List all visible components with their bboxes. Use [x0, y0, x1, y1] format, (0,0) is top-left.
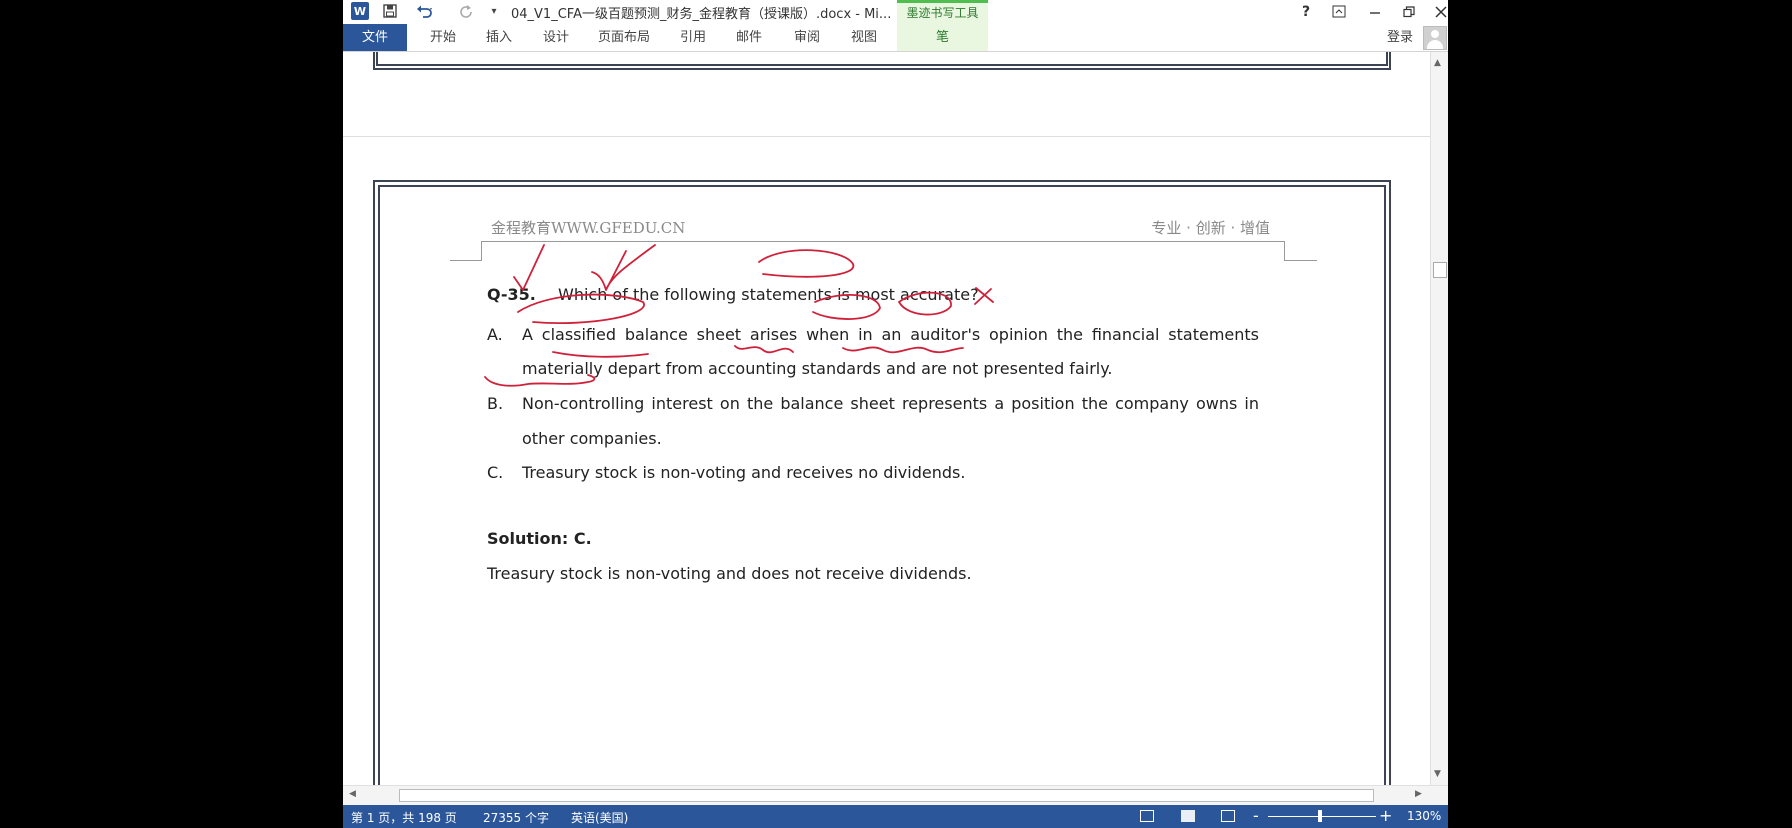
question-text: Which of the following statements is mos…	[558, 285, 979, 304]
word-icon[interactable]: W	[351, 2, 369, 20]
scroll-left-icon[interactable]: ◀	[349, 789, 356, 799]
scroll-down-icon[interactable]: ▼	[1434, 769, 1441, 779]
header-rule-left	[450, 260, 482, 261]
tab-file[interactable]: 文件	[343, 24, 407, 51]
ribbon-display-options-icon[interactable]	[1328, 1, 1350, 23]
horizontal-scroll-thumb[interactable]	[399, 789, 1374, 802]
status-bar: 第 1 页，共 198 页 27355 个字 英语(美国) - + 130%	[343, 805, 1448, 828]
web-layout-icon[interactable]	[1221, 810, 1235, 822]
tab-home[interactable]: 开始	[423, 24, 463, 51]
ribbon-tabs: 文件 开始 插入 设计 页面布局 引用 邮件 审阅 视图 笔 登录	[343, 24, 1448, 52]
tab-review[interactable]: 审阅	[787, 24, 827, 51]
page-header-right: 专业 · 创新 · 增值	[1151, 219, 1270, 237]
page-count[interactable]: 第 1 页，共 198 页	[351, 809, 457, 826]
solution-title: Solution: C.	[487, 529, 592, 548]
print-layout-icon[interactable]	[1181, 810, 1195, 822]
zoom-slider-thumb[interactable]	[1318, 810, 1322, 822]
question-number: Q-35.	[487, 285, 536, 304]
window-title: 04_V1_CFA一级百题预测_财务_金程教育（授课版）.docx - Mi..…	[511, 7, 892, 22]
option-a-text-cont: materially depart from accounting standa…	[522, 359, 1113, 378]
tab-page-layout[interactable]: 页面布局	[594, 24, 654, 51]
page-separator	[343, 136, 1430, 137]
ink-tools-group-label: 墨迹书写工具	[897, 0, 988, 24]
zoom-level[interactable]: 130%	[1407, 809, 1441, 823]
redo-icon[interactable]	[457, 2, 475, 20]
read-mode-icon[interactable]	[1140, 810, 1154, 822]
avatar[interactable]	[1423, 26, 1447, 50]
minimize-icon[interactable]	[1364, 1, 1386, 23]
scroll-right-icon[interactable]: ▶	[1415, 789, 1422, 799]
tab-view[interactable]: 视图	[844, 24, 884, 51]
horizontal-scrollbar[interactable]: ◀ ▶	[343, 785, 1448, 805]
option-b-text: Non-controlling interest on the balance …	[522, 394, 1259, 413]
zoom-in-button[interactable]: +	[1379, 806, 1392, 825]
solution-text: Treasury stock is non-voting and does no…	[487, 564, 972, 583]
word-count[interactable]: 27355 个字	[483, 809, 549, 826]
word-window: W ▾ 04_V1_CFA一级百题预测_财务_金程教育（授课版）.docx - …	[343, 0, 1448, 828]
close-icon[interactable]	[1430, 1, 1448, 23]
option-c-letter: C.	[487, 463, 504, 482]
page-header-left: 金程教育WWW.GFEDU.CN	[491, 219, 686, 237]
document-canvas[interactable]: 金程教育WWW.GFEDU.CN 专业 · 创新 · 增值 Q-35. Whic…	[343, 52, 1430, 785]
previous-page-border	[373, 52, 1391, 70]
tab-pen[interactable]: 笔	[897, 24, 988, 51]
undo-icon[interactable]	[415, 2, 435, 20]
tab-references[interactable]: 引用	[673, 24, 713, 51]
document-page[interactable]: 金程教育WWW.GFEDU.CN 专业 · 创新 · 增值 Q-35. Whic…	[373, 180, 1391, 785]
tab-mailings[interactable]: 邮件	[729, 24, 769, 51]
restore-icon[interactable]	[1398, 1, 1420, 23]
title-bar: W ▾ 04_V1_CFA一级百题预测_财务_金程教育（授课版）.docx - …	[343, 0, 1448, 24]
customize-toolbar-icon[interactable]: ▾	[487, 2, 501, 20]
header-rule-right	[1284, 260, 1317, 261]
header-rule	[481, 241, 1285, 261]
vertical-scrollbar[interactable]: ▲ ▼	[1430, 52, 1448, 785]
tab-design[interactable]: 设计	[536, 24, 576, 51]
tab-insert[interactable]: 插入	[479, 24, 519, 51]
vertical-scroll-thumb[interactable]	[1433, 262, 1447, 278]
sign-in-link[interactable]: 登录	[1387, 24, 1413, 51]
zoom-out-button[interactable]: -	[1253, 806, 1259, 825]
zoom-slider[interactable]	[1268, 816, 1376, 817]
option-b-letter: B.	[487, 394, 504, 413]
save-icon[interactable]	[381, 2, 399, 20]
language-status[interactable]: 英语(美国)	[571, 809, 628, 826]
scroll-up-icon[interactable]: ▲	[1434, 58, 1441, 68]
option-a-text: A classified balance sheet arises when i…	[522, 325, 1259, 344]
option-b-text-cont: other companies.	[522, 429, 662, 448]
option-c-text: Treasury stock is non-voting and receive…	[522, 463, 966, 482]
help-icon[interactable]: ?	[1295, 1, 1317, 23]
option-a-letter: A.	[487, 325, 503, 344]
